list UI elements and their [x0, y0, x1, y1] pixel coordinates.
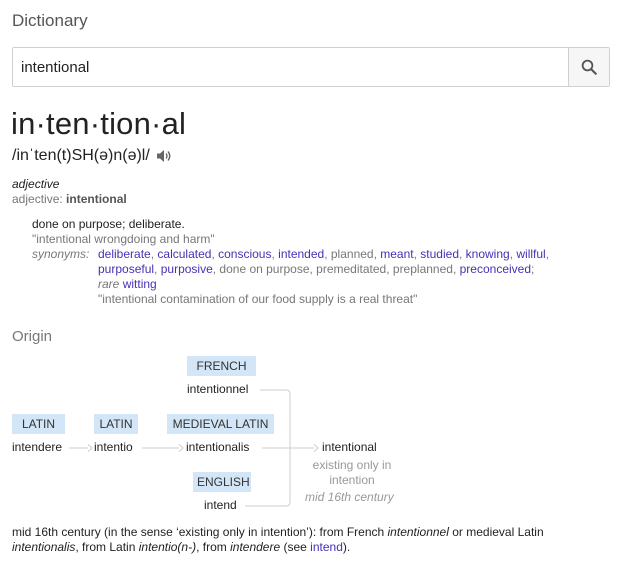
synonym-knowing[interactable]: knowing: [466, 247, 510, 261]
synonym-separator: ,: [386, 262, 393, 276]
synonym-conscious[interactable]: conscious: [218, 247, 271, 261]
synonym-separator: ,: [545, 247, 550, 261]
origin-gloss-line-2: intention: [329, 473, 375, 487]
rare-label: rare: [98, 277, 120, 291]
phonetic-row: /inˈten(t)SH(ə)n(ə)l/: [12, 147, 172, 165]
origin-word-intentio: intentio: [94, 440, 133, 454]
synonym-deliberate[interactable]: deliberate: [98, 247, 151, 261]
synonym-separator: ,: [154, 262, 161, 276]
origin-title: Origin: [12, 328, 53, 345]
synonym-purposive[interactable]: purposive: [161, 262, 213, 276]
search-box: [12, 47, 610, 87]
definition: done on purpose; deliberate.: [32, 217, 185, 231]
synonym-calculated[interactable]: calculated: [157, 247, 211, 261]
synonym-premeditated: premeditated: [316, 262, 387, 276]
synonym-done-on-purpose: done on purpose: [219, 262, 310, 276]
origin-tag-french: FRENCH: [187, 356, 256, 376]
etym-word: intendere: [230, 540, 281, 554]
etymology-text: mid 16th century (in the sense ‘existing…: [12, 525, 612, 555]
phonetic-text: /inˈten(t)SH(ə)n(ə)l/: [12, 147, 150, 164]
synonym-intended[interactable]: intended: [278, 247, 324, 261]
origin-gloss: existing only in intention: [302, 458, 402, 488]
synonym-separator: ,: [324, 247, 331, 261]
etym-link-intend[interactable]: intend: [310, 540, 343, 554]
origin-word-intentionalis: intentionalis: [186, 440, 250, 454]
speaker-icon[interactable]: [156, 149, 172, 163]
etym-text-part: mid 16th century (in the sense ‘existing…: [12, 525, 388, 539]
pos-line-word: intentional: [66, 192, 127, 206]
etym-text-part: (see: [280, 540, 311, 554]
app-title: Dictionary: [12, 11, 88, 30]
synonym-separator: ;: [531, 262, 535, 276]
headword: in·ten·tion·al: [11, 106, 187, 141]
etym-text-part: ).: [342, 540, 351, 554]
search-button[interactable]: [568, 48, 609, 86]
origin-word-intend: intend: [204, 498, 237, 512]
origin-gloss-line-1: existing only in: [312, 458, 392, 472]
synonym-preconceived[interactable]: preconceived: [460, 262, 531, 276]
search-input[interactable]: [13, 48, 568, 86]
synonym-meant[interactable]: meant: [380, 247, 413, 261]
origin-date: mid 16th century: [305, 490, 394, 504]
synonyms-list: deliberate, calculated, conscious, inten…: [98, 247, 598, 277]
origin-tag-latin-1: LATIN: [12, 414, 65, 434]
etym-word: intentionnel: [387, 525, 449, 539]
synonym-studied[interactable]: studied: [420, 247, 459, 261]
search-icon: [581, 59, 597, 75]
origin-word-intentional: intentional: [322, 440, 377, 454]
origin-tag-medieval-latin: MEDIEVAL LATIN: [167, 414, 274, 434]
origin-word-intentionnel: intentionnel: [187, 382, 249, 396]
synonyms-label: synonyms:: [32, 247, 90, 261]
etym-word: intentionalis: [12, 540, 76, 554]
origin-tag-english: ENGLISH: [193, 472, 251, 492]
synonym-link-witting[interactable]: witting: [123, 277, 157, 291]
pos-line: adjective: intentional: [12, 192, 127, 206]
pos-line-prefix: adjective:: [12, 192, 63, 206]
example-sentence-2: "intentional contamination of our food s…: [98, 292, 418, 306]
origin-tag-latin-2: LATIN: [94, 414, 138, 434]
etym-word: intentio(n-): [138, 540, 197, 554]
synonym-planned: planned: [330, 247, 374, 261]
example-sentence: "intentional wrongdoing and harm": [32, 232, 215, 246]
part-of-speech: adjective: [12, 177, 60, 191]
etym-text-part: , from Latin: [75, 540, 139, 554]
synonym-purposeful[interactable]: purposeful: [98, 262, 154, 276]
synonym-willful[interactable]: willful: [516, 247, 545, 261]
etym-text-part: or medieval Latin: [448, 525, 544, 539]
synonym-preplanned: preplanned: [392, 262, 453, 276]
etym-text-part: , from: [196, 540, 231, 554]
origin-word-intendere: intendere: [12, 440, 63, 454]
synonym-separator: ,: [452, 262, 460, 276]
rare-line: rare witting: [98, 277, 157, 292]
synonym-separator: ,: [459, 247, 466, 261]
